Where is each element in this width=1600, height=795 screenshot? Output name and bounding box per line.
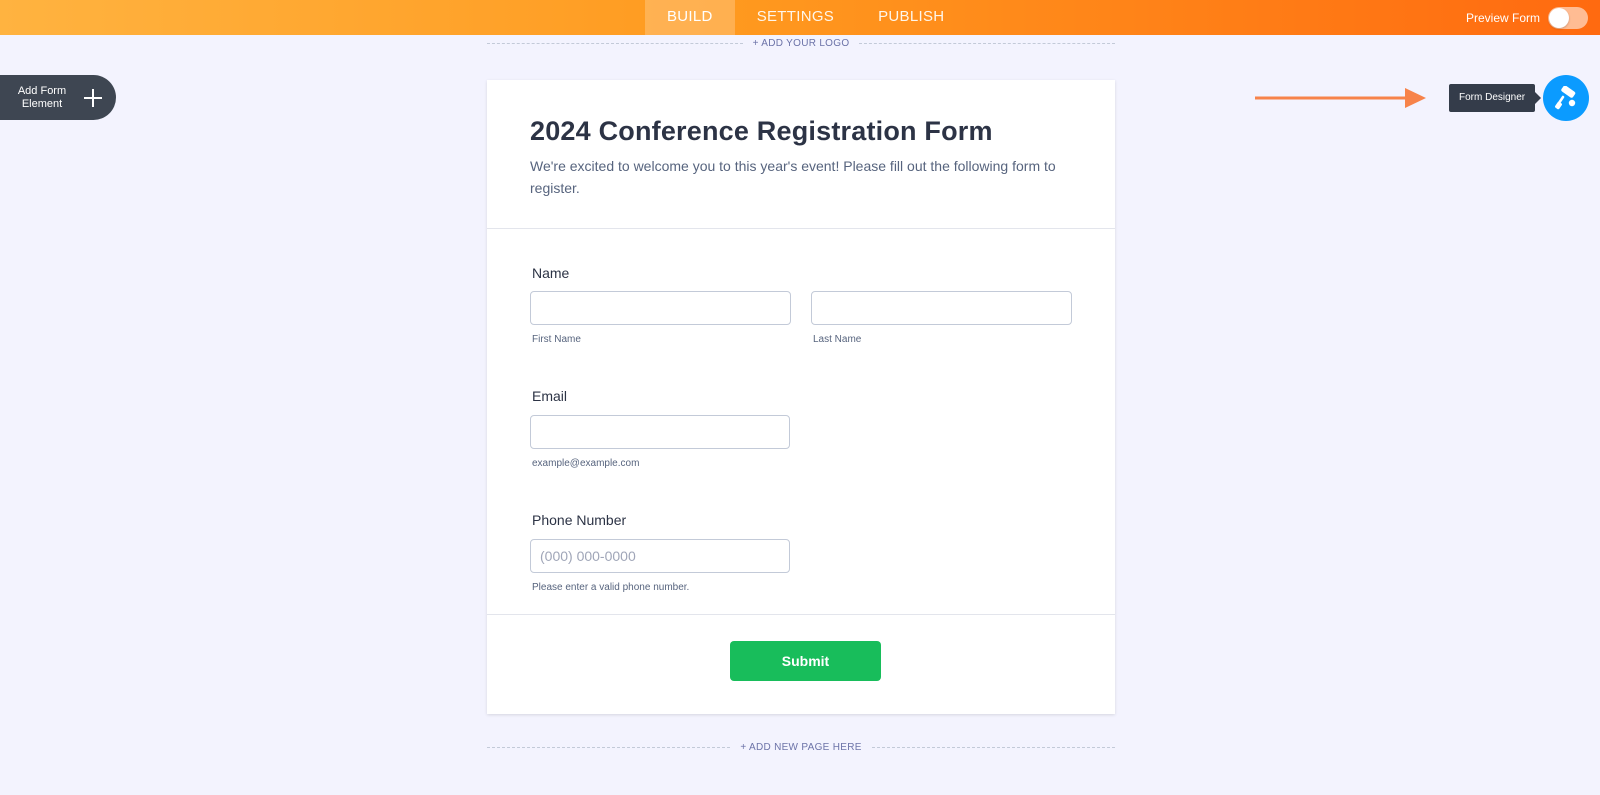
main-tabs: BUILD SETTINGS PUBLISH: [645, 0, 966, 35]
add-page-row: + ADD NEW PAGE HERE: [487, 742, 1115, 753]
form-description: We're excited to welcome you to this yea…: [530, 158, 1056, 196]
submit-button[interactable]: Submit: [730, 641, 881, 681]
add-form-element-label-line1: Add Form: [17, 84, 67, 97]
add-new-page-link[interactable]: + ADD NEW PAGE HERE: [740, 742, 861, 753]
form-header[interactable]: 2024 Conference Registration Form We're …: [487, 80, 1115, 229]
dashed-divider: [871, 747, 1115, 748]
toggle-knob: [1549, 7, 1569, 28]
tab-publish[interactable]: PUBLISH: [856, 0, 966, 35]
paint-roller-icon: [1555, 86, 1576, 110]
form-title: 2024 Conference Registration Form: [530, 116, 993, 146]
tab-settings[interactable]: SETTINGS: [735, 0, 856, 35]
email-input[interactable]: [530, 415, 790, 449]
preview-form-control: Preview Form: [1466, 0, 1588, 35]
first-name-sublabel: First Name: [532, 334, 581, 345]
phone-sublabel: Please enter a valid phone number.: [532, 582, 690, 593]
dashed-divider: [487, 43, 743, 44]
section-divider: [487, 614, 1115, 615]
form-card: 2024 Conference Registration Form We're …: [487, 80, 1115, 714]
tab-build[interactable]: BUILD: [645, 0, 735, 35]
top-bar: BUILD SETTINGS PUBLISH Preview Form: [0, 0, 1600, 35]
preview-form-label: Preview Form: [1465, 10, 1540, 25]
dashed-divider: [487, 747, 731, 748]
add-form-element-label-line2: Element: [21, 97, 63, 110]
last-name-sublabel: Last Name: [813, 334, 862, 345]
last-name-input[interactable]: [811, 291, 1072, 325]
plus-icon: [84, 88, 102, 107]
add-logo-row: + ADD YOUR LOGO: [487, 38, 1115, 49]
name-field-label: Name: [532, 265, 570, 281]
preview-form-toggle[interactable]: [1548, 6, 1588, 29]
first-name-input[interactable]: [530, 291, 791, 325]
phone-input[interactable]: [530, 539, 790, 573]
arrow-annotation-icon: [1255, 88, 1426, 108]
add-form-element-label: Add Form Element: [0, 85, 84, 111]
form-designer-button[interactable]: [1543, 75, 1589, 121]
dashed-divider: [859, 43, 1115, 44]
phone-field-label: Phone Number: [532, 512, 627, 528]
email-field-label: Email: [532, 388, 568, 404]
form-designer-tooltip: Form Designer: [1449, 84, 1542, 112]
add-form-element-button[interactable]: Add Form Element: [0, 75, 116, 120]
email-sublabel: example@example.com: [532, 458, 640, 469]
add-logo-link[interactable]: + ADD YOUR LOGO: [753, 38, 850, 49]
